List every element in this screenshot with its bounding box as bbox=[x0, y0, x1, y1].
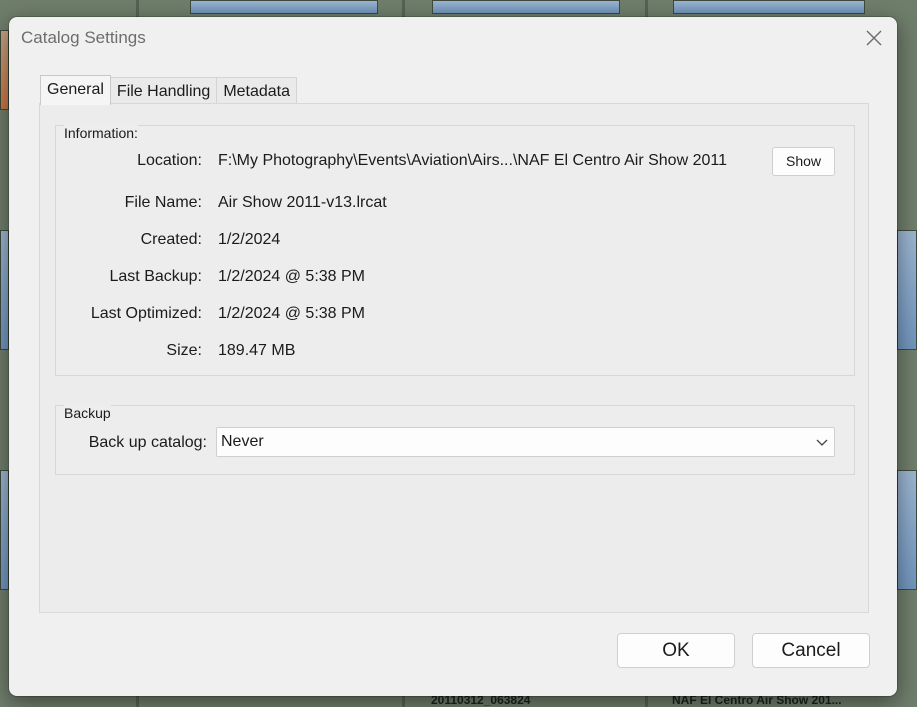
size-value: 189.47 MB bbox=[218, 342, 296, 359]
photo-thumbnail[interactable] bbox=[0, 30, 9, 110]
backup-catalog-value: Never bbox=[221, 433, 264, 450]
created-label: Created: bbox=[140, 231, 202, 248]
tab-general[interactable]: General bbox=[40, 75, 111, 105]
backup-catalog-select[interactable]: Never bbox=[216, 427, 835, 457]
settings-tabs: General File Handling Metadata bbox=[40, 75, 298, 105]
last-optimized-label: Last Optimized: bbox=[90, 305, 202, 322]
catalog-settings-dialog: Catalog Settings General File Handling M… bbox=[9, 17, 897, 696]
last-optimized-row: Last Optimized: 1/2/2024 @ 5:38 PM bbox=[56, 302, 365, 326]
last-backup-value: 1/2/2024 @ 5:38 PM bbox=[218, 268, 365, 285]
close-icon bbox=[866, 30, 882, 46]
dialog-titlebar[interactable]: Catalog Settings bbox=[9, 17, 897, 59]
photo-thumbnail[interactable] bbox=[190, 0, 378, 14]
file-name-label: File Name: bbox=[124, 194, 202, 211]
last-backup-label: Last Backup: bbox=[109, 268, 203, 285]
photo-thumbnail[interactable] bbox=[0, 230, 9, 350]
photo-thumbnail[interactable] bbox=[897, 470, 917, 590]
backup-catalog-row: Back up catalog: bbox=[51, 431, 207, 455]
tab-metadata[interactable]: Metadata bbox=[217, 77, 298, 105]
dialog-title: Catalog Settings bbox=[21, 28, 146, 47]
information-group-title: Information: bbox=[64, 125, 138, 141]
location-value: F:\My Photography\Events\Aviation\Airs..… bbox=[218, 152, 727, 169]
photo-thumbnail[interactable] bbox=[897, 230, 917, 350]
ok-button[interactable]: OK bbox=[617, 633, 735, 668]
file-name-row: File Name: Air Show 2011-v13.lrcat bbox=[56, 191, 387, 215]
size-label: Size: bbox=[166, 342, 202, 359]
location-label: Location: bbox=[137, 152, 202, 169]
created-row: Created: 1/2/2024 bbox=[56, 228, 281, 252]
photo-thumbnail[interactable] bbox=[432, 0, 620, 14]
tab-file-handling[interactable]: File Handling bbox=[110, 77, 218, 105]
last-optimized-value: 1/2/2024 @ 5:38 PM bbox=[218, 305, 365, 322]
information-group: Information: Location: F:\My Photography… bbox=[55, 125, 855, 376]
backup-group-title: Backup bbox=[64, 405, 111, 421]
created-value: 1/2/2024 bbox=[218, 231, 281, 248]
show-location-button[interactable]: Show bbox=[772, 147, 835, 176]
backup-catalog-label: Back up catalog: bbox=[88, 434, 207, 451]
cancel-button[interactable]: Cancel bbox=[752, 633, 870, 668]
close-button[interactable] bbox=[859, 23, 889, 53]
backup-group: Backup Back up catalog: Never bbox=[55, 405, 855, 475]
size-row: Size: 189.47 MB bbox=[56, 339, 295, 363]
general-tab-panel: Information: Location: F:\My Photography… bbox=[39, 103, 869, 613]
chevron-down-icon bbox=[816, 439, 828, 446]
photo-thumbnail[interactable] bbox=[673, 0, 865, 14]
file-name-value: Air Show 2011-v13.lrcat bbox=[218, 194, 387, 211]
photo-thumbnail[interactable] bbox=[0, 470, 9, 590]
last-backup-row: Last Backup: 1/2/2024 @ 5:38 PM bbox=[56, 265, 366, 289]
location-row: Location: F:\My Photography\Events\Aviat… bbox=[56, 149, 727, 173]
